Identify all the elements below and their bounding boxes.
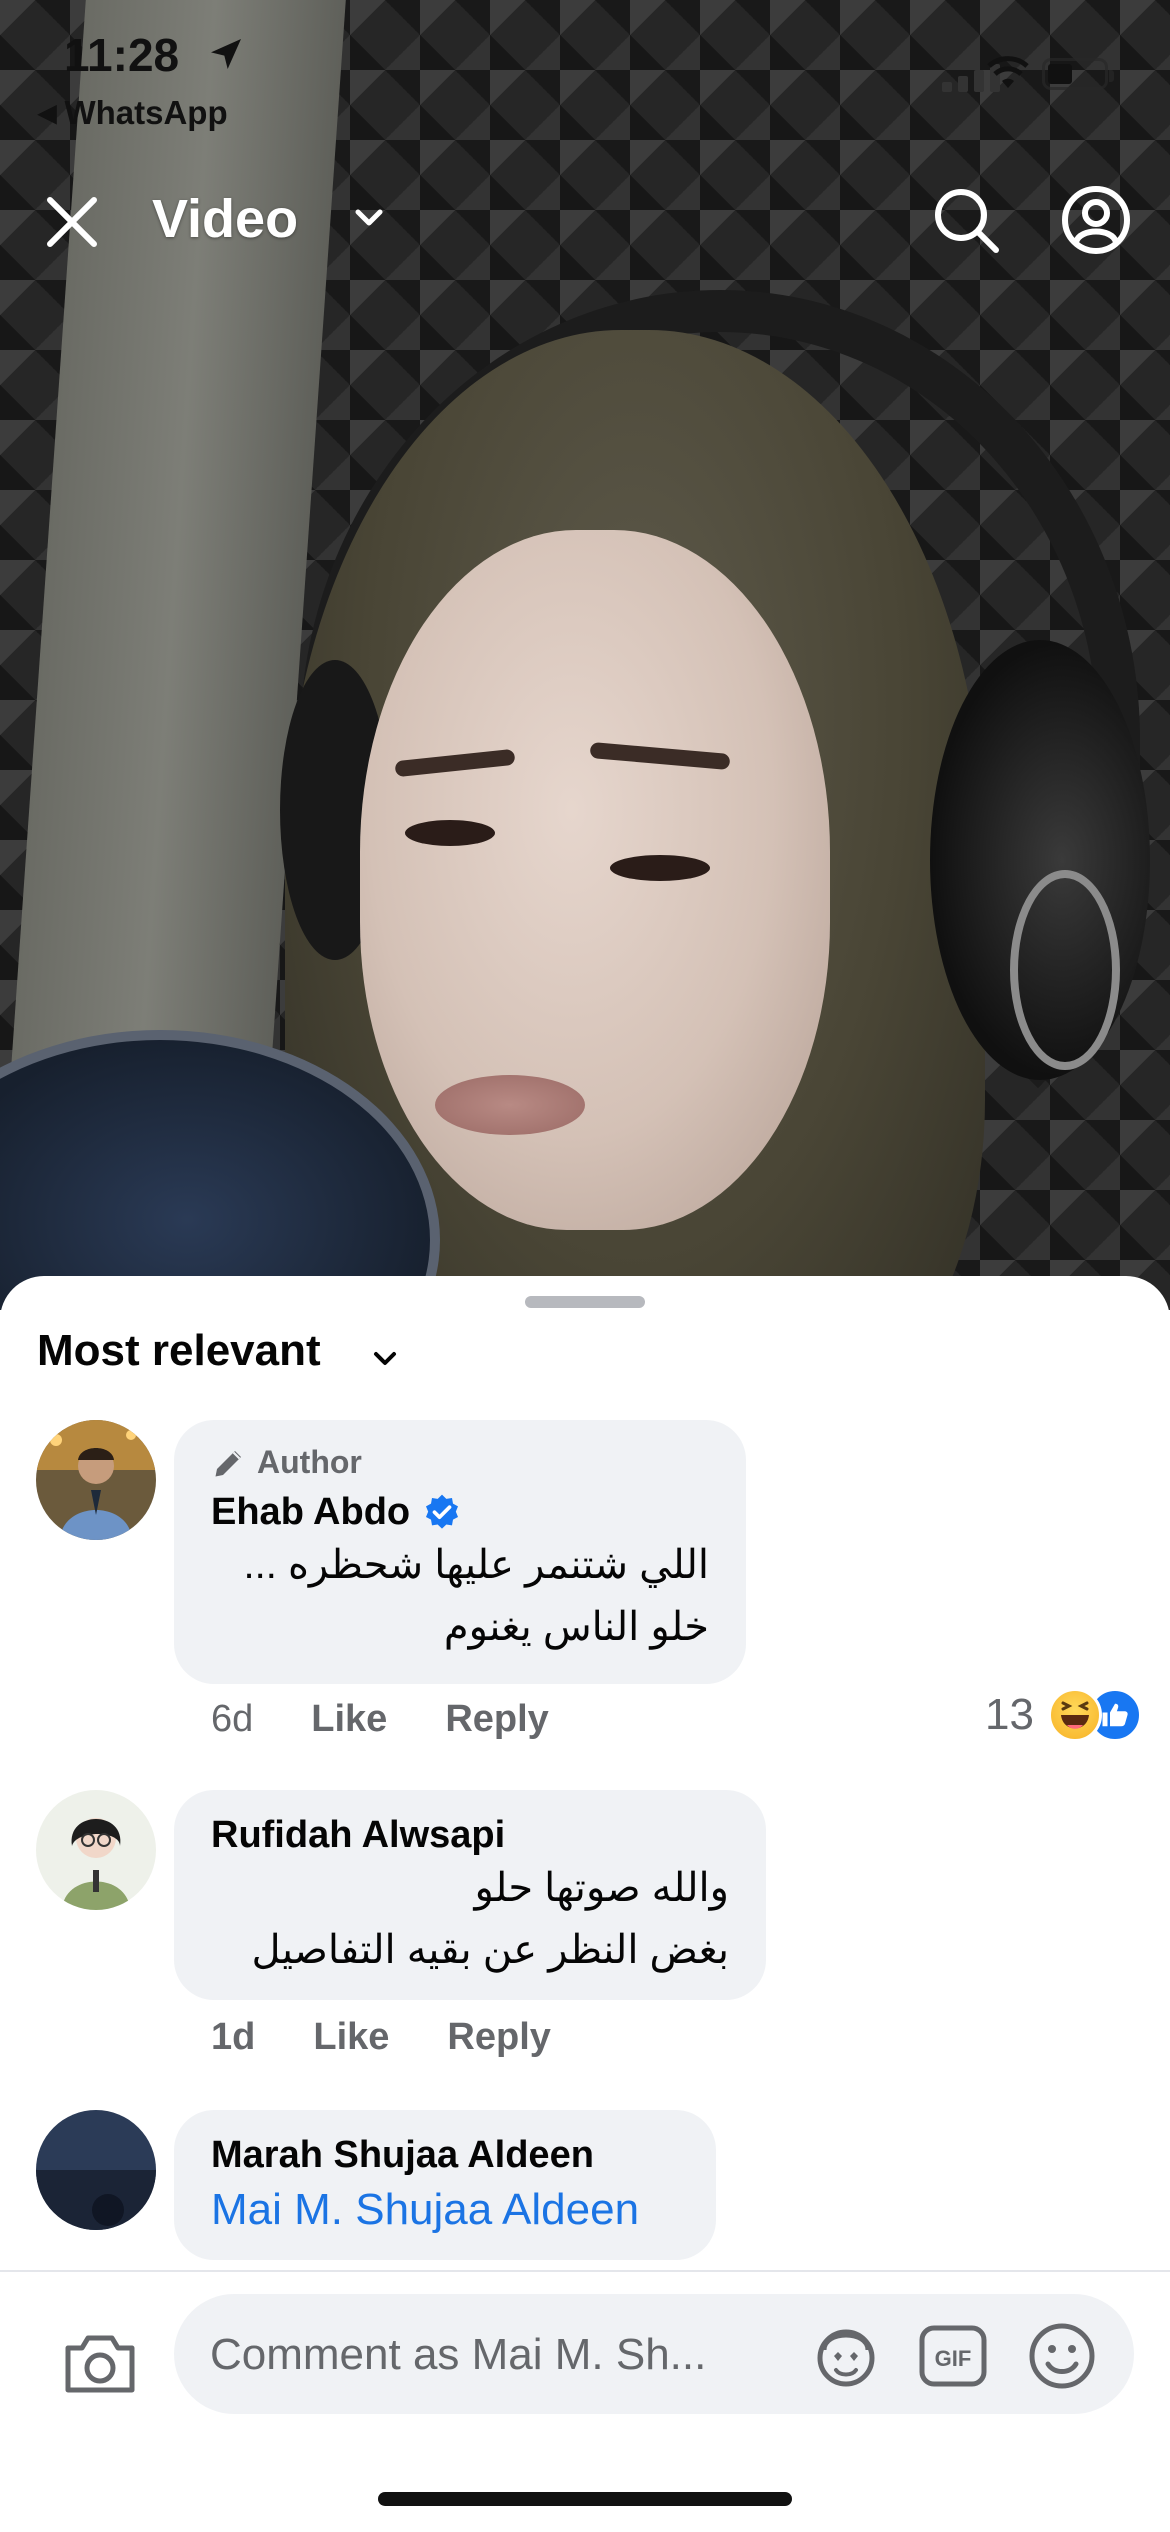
comment-text: اللي شتنمر عليها شحظره ... bbox=[243, 1543, 709, 1587]
close-icon[interactable] bbox=[40, 190, 104, 254]
comment-composer: Comment as Mai M. Sh... GIF bbox=[0, 2270, 1170, 2532]
reaction-summary[interactable]: 13 bbox=[985, 1688, 1142, 1742]
sheet-grabber[interactable] bbox=[525, 1296, 645, 1308]
author-badge-label: Author bbox=[257, 1444, 362, 1480]
verified-badge-icon bbox=[426, 1494, 459, 1529]
back-app-label: WhatsApp bbox=[64, 94, 228, 131]
video-player[interactable]: 11:28 ◀ WhatsApp Video bbox=[0, 0, 1170, 1310]
chevron-down-icon[interactable] bbox=[372, 1350, 398, 1368]
chevron-down-icon[interactable] bbox=[352, 206, 386, 230]
haha-reaction-icon bbox=[1047, 1688, 1102, 1742]
eye-left bbox=[405, 820, 495, 846]
like-button[interactable]: Like bbox=[311, 1698, 387, 1741]
comment-bubble[interactable]: Marah Shujaa Aldeen Mai M. Shujaa Aldeen bbox=[174, 2110, 716, 2260]
reply-button[interactable]: Reply bbox=[445, 1698, 548, 1741]
avatar[interactable] bbox=[36, 1790, 156, 1910]
commenter-name[interactable]: Ehab Abdo bbox=[211, 1491, 709, 1534]
avatar-sticker-icon[interactable] bbox=[810, 2320, 882, 2392]
commenter-name[interactable]: Marah Shujaa Aldeen bbox=[211, 2134, 679, 2177]
status-bar: 11:28 ◀ WhatsApp bbox=[0, 0, 1170, 132]
search-icon[interactable] bbox=[930, 184, 1002, 256]
headphone-ring bbox=[1010, 870, 1120, 1070]
commenter-name-text[interactable]: Ehab Abdo bbox=[211, 1491, 410, 1534]
comment-actions: 1d Like Reply bbox=[211, 2016, 551, 2059]
comment-bubble[interactable]: Rufidah Alwsapi والله صوتها حلو بغض النظ… bbox=[174, 1790, 766, 2000]
home-indicator[interactable] bbox=[378, 2492, 792, 2506]
comment-placeholder: Comment as Mai M. Sh... bbox=[210, 2330, 707, 2379]
comment-text: بغض النظر عن بقيه التفاصيل bbox=[251, 1928, 729, 1972]
page-title[interactable]: Video bbox=[152, 188, 298, 250]
comment-time: 6d bbox=[211, 1698, 254, 1740]
eye-right bbox=[610, 855, 710, 881]
battery-icon bbox=[1042, 58, 1114, 90]
comment-bubble[interactable]: Author Ehab Abdo اللي شتنمر عليها شحظره … bbox=[174, 1420, 746, 1684]
reply-button[interactable]: Reply bbox=[447, 2016, 550, 2059]
profile-icon[interactable] bbox=[1060, 184, 1132, 256]
like-button[interactable]: Like bbox=[313, 2016, 389, 2059]
author-badge: Author bbox=[211, 1444, 709, 1481]
reaction-count: 13 bbox=[985, 1690, 1034, 1739]
wifi-icon bbox=[987, 56, 1029, 88]
back-triangle-icon: ◀ bbox=[38, 100, 57, 127]
person-face bbox=[360, 530, 830, 1230]
svg-text:GIF: GIF bbox=[935, 2346, 972, 2371]
comment-text: والله صوتها حلو bbox=[474, 1866, 729, 1910]
mention-link[interactable]: Mai M. Shujaa Aldeen bbox=[211, 2185, 679, 2235]
location-arrow-icon bbox=[211, 39, 241, 69]
back-to-app-link[interactable]: ◀ WhatsApp bbox=[38, 94, 228, 132]
pencil-icon bbox=[215, 1450, 241, 1476]
comment-time: 1d bbox=[211, 2016, 256, 2058]
comment-actions: 6d Like Reply bbox=[211, 1698, 549, 1741]
commenter-name[interactable]: Rufidah Alwsapi bbox=[211, 1814, 729, 1857]
camera-icon[interactable] bbox=[60, 2324, 140, 2404]
avatar[interactable] bbox=[36, 2110, 156, 2230]
lips bbox=[435, 1075, 585, 1135]
gif-icon[interactable]: GIF bbox=[918, 2324, 988, 2388]
avatar[interactable] bbox=[36, 1420, 156, 1540]
sort-dropdown[interactable]: Most relevant bbox=[37, 1326, 321, 1376]
comment-input[interactable]: Comment as Mai M. Sh... GIF bbox=[174, 2294, 1134, 2414]
comment-text: خلو الناس يغنوم bbox=[443, 1605, 709, 1649]
status-time: 11:28 bbox=[64, 29, 180, 81]
emoji-icon[interactable] bbox=[1026, 2320, 1098, 2392]
